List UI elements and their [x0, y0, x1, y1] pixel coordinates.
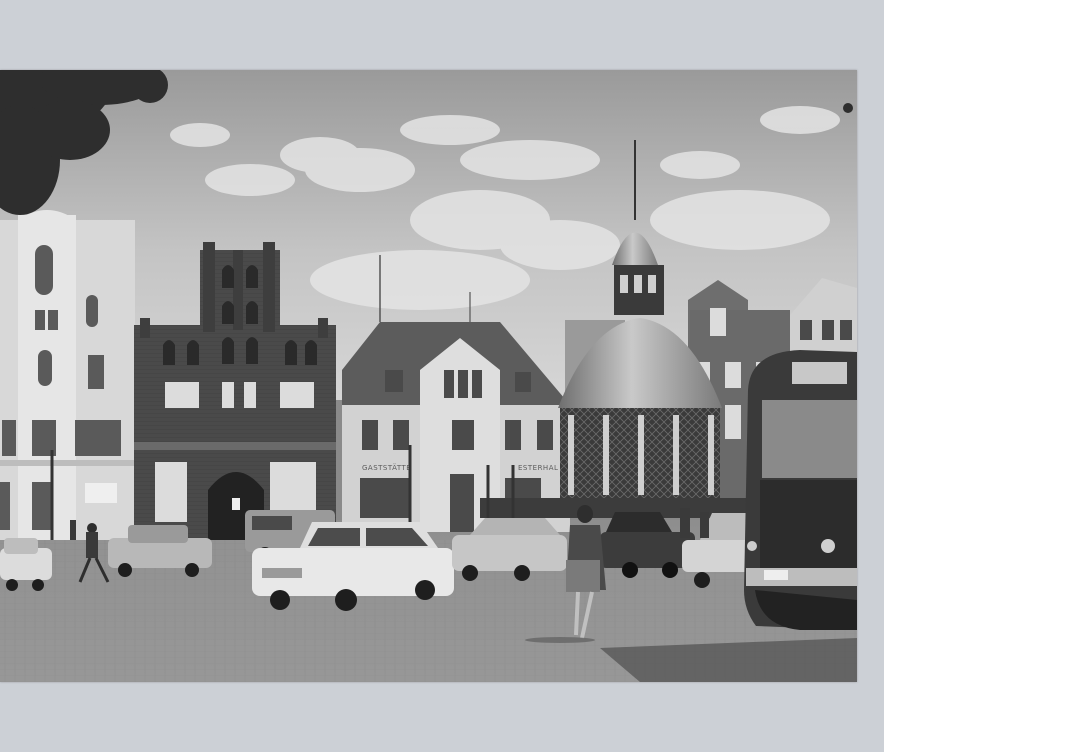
- sign-left: GASTSTÄTTE: [362, 463, 411, 472]
- postcard-photo: GASTSTÄTTE ESTERHAL: [0, 70, 857, 682]
- sign-right: ESTERHAL: [518, 464, 558, 472]
- left-white-building: [0, 210, 135, 540]
- shop-sign: [85, 483, 117, 503]
- bus-destination-sign: [792, 362, 847, 384]
- traffic-sign: [232, 498, 240, 510]
- bus: [744, 350, 857, 630]
